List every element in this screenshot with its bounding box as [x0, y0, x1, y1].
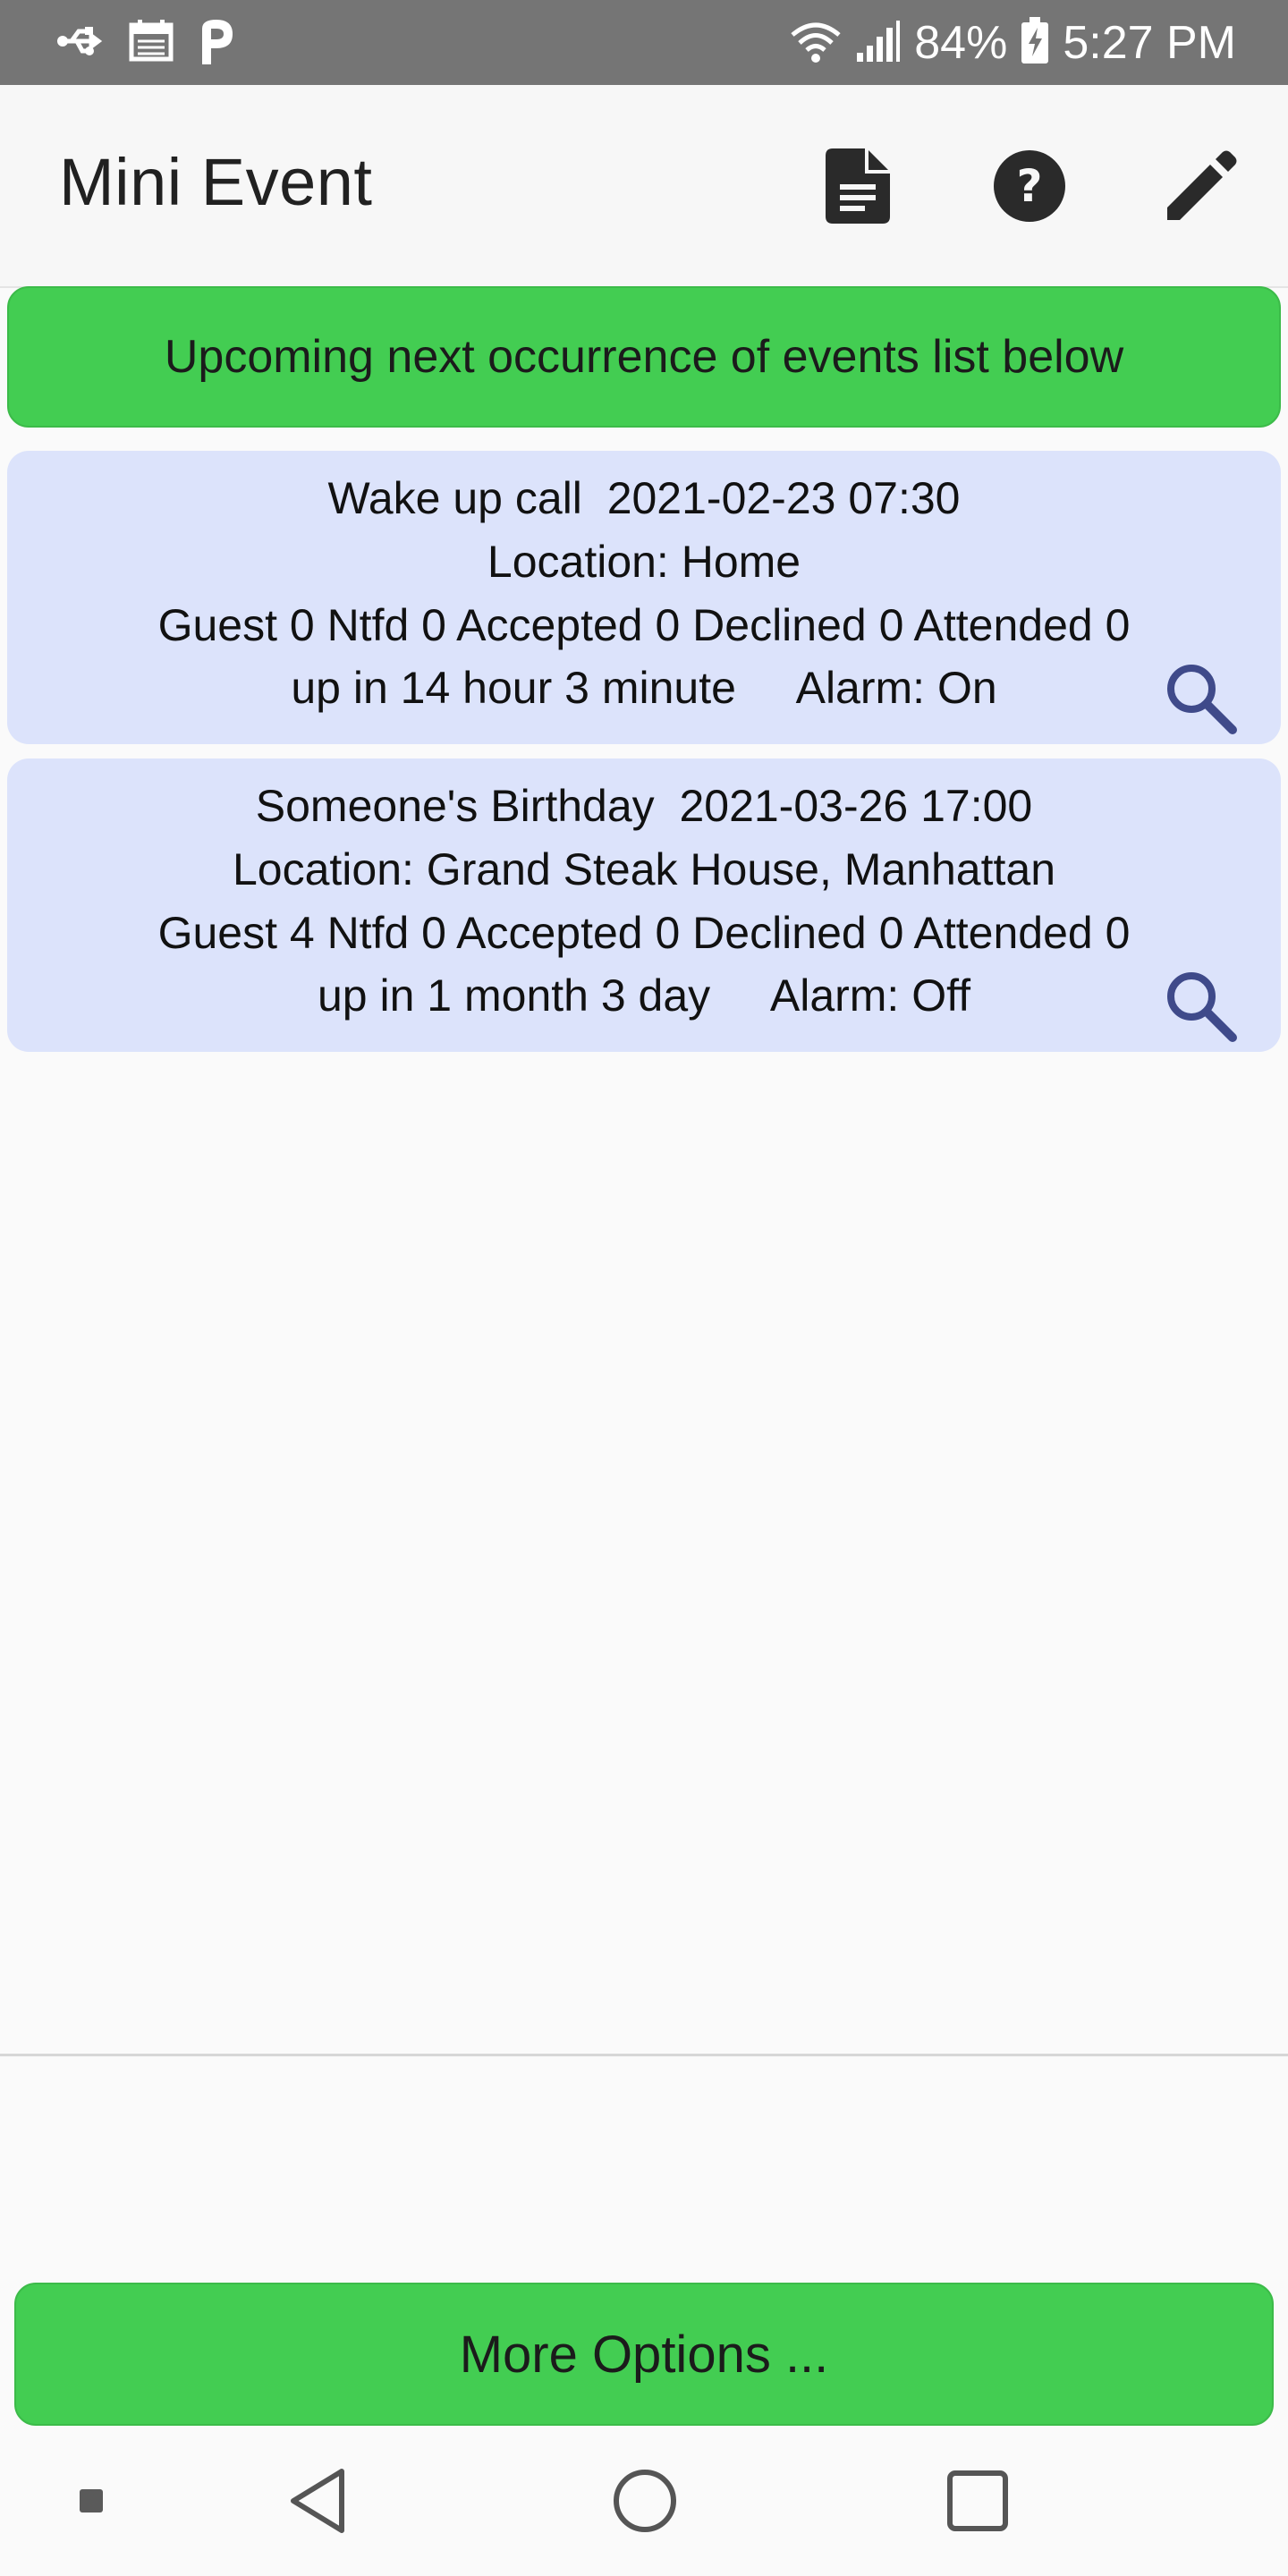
event-card[interactable]: Someone's Birthday 2021-03-26 17:00 Loca… — [7, 758, 1281, 1052]
status-right-icons: 84% 5:27 PM — [789, 13, 1236, 73]
search-icon[interactable] — [1163, 968, 1238, 1043]
usb-icon — [57, 23, 106, 64]
event-counts: Guest 4 Ntfd 0 Accepted 0 Declined 0 Att… — [157, 908, 1131, 958]
document-icon — [826, 148, 890, 228]
event-status: up in 14 hour 3 minute Alarm: On — [291, 663, 997, 713]
help-icon: ? — [991, 148, 1068, 229]
edit-button[interactable] — [1161, 148, 1241, 228]
app-title: Mini Event — [59, 145, 373, 219]
navigation-bar — [0, 2426, 1288, 2576]
event-status: up in 1 month 3 day Alarm: Off — [317, 970, 970, 1021]
document-button[interactable] — [818, 148, 898, 228]
home-icon[interactable] — [605, 2426, 685, 2576]
wifi-icon — [789, 19, 843, 68]
search-icon[interactable] — [1163, 660, 1238, 735]
svg-text:?: ? — [1016, 160, 1042, 212]
status-left-icons — [57, 18, 236, 68]
overview-icon[interactable] — [937, 2426, 1018, 2576]
more-options-button[interactable]: More Options ... — [14, 2283, 1274, 2426]
signal-icon — [855, 19, 902, 68]
battery-percent: 84% — [914, 17, 1008, 69]
parking-icon — [197, 18, 236, 69]
event-location: Location: Home — [487, 537, 801, 587]
divider — [0, 2054, 1288, 2056]
event-card[interactable]: Wake up call 2021-02-23 07:30 Location: … — [7, 451, 1281, 744]
edit-icon — [1165, 150, 1237, 226]
app-bar: Mini Event ? — [0, 85, 1288, 288]
event-location: Location: Grand Steak House, Manhattan — [232, 844, 1056, 894]
event-title: Someone's Birthday 2021-03-26 17:00 — [255, 781, 1033, 831]
recent-dot-icon[interactable] — [63, 2426, 120, 2576]
battery-charging-icon — [1020, 16, 1050, 70]
clock: 5:27 PM — [1063, 17, 1236, 69]
calendar-icon — [129, 19, 174, 67]
status-bar: 84% 5:27 PM — [0, 0, 1288, 85]
event-title: Wake up call 2021-02-23 07:30 — [327, 473, 961, 523]
back-icon[interactable] — [277, 2426, 358, 2576]
help-button[interactable]: ? — [989, 148, 1070, 228]
upcoming-events-banner: Upcoming next occurrence of events list … — [7, 286, 1281, 428]
event-counts: Guest 0 Ntfd 0 Accepted 0 Declined 0 Att… — [157, 600, 1131, 650]
